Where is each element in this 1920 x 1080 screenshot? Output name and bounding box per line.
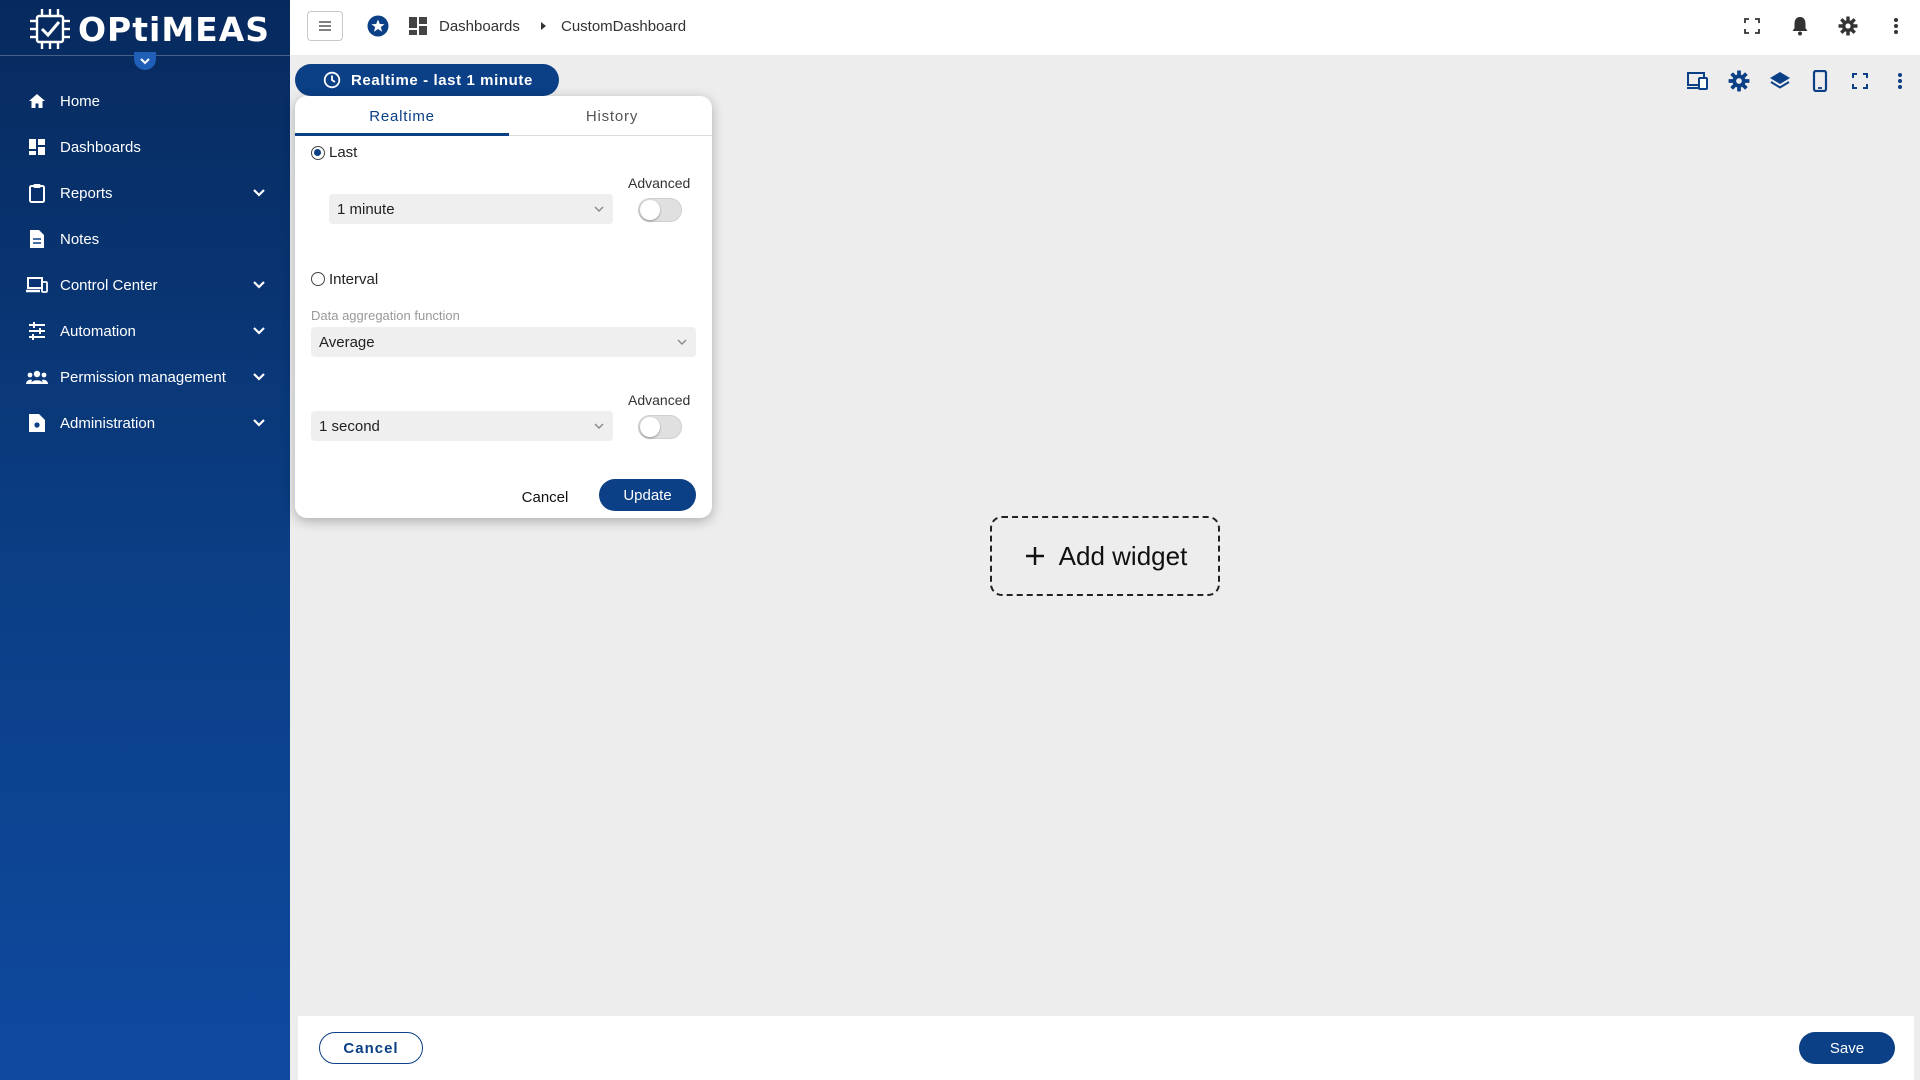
interval-duration-select[interactable]: 1 second bbox=[311, 411, 613, 441]
toggle-knob bbox=[640, 200, 660, 220]
menu-icon bbox=[319, 21, 331, 31]
chevron-down-icon bbox=[594, 206, 604, 212]
interval-radio[interactable] bbox=[311, 272, 325, 286]
sidebar-item-label: Control Center bbox=[60, 276, 158, 294]
breadcrumb-dashboards-link[interactable]: Dashboards bbox=[439, 18, 520, 35]
sidebar-item-home[interactable]: Home bbox=[0, 78, 290, 124]
active-tab-indicator bbox=[295, 133, 509, 136]
sidebar-item-automation[interactable]: Automation bbox=[0, 308, 290, 354]
dashboard-fullscreen-icon[interactable] bbox=[1845, 66, 1875, 96]
chevron-down-icon bbox=[594, 423, 604, 429]
dashboards-icon bbox=[409, 17, 427, 35]
sidebar-item-dashboards[interactable]: Dashboards bbox=[0, 124, 290, 170]
devices-icon bbox=[26, 274, 48, 296]
toggle-knob bbox=[640, 417, 660, 437]
chip-logo-icon bbox=[30, 9, 70, 49]
top-bar: Dashboards CustomDashboard bbox=[290, 0, 1920, 55]
aggregation-label: Data aggregation function bbox=[311, 308, 460, 323]
last-duration-select[interactable]: 1 minute bbox=[329, 194, 613, 224]
chevron-down-icon[interactable] bbox=[250, 184, 268, 202]
app-logo[interactable]: OPtiMEAS bbox=[28, 6, 270, 52]
tab-history[interactable]: History bbox=[505, 96, 719, 136]
chevron-down-icon[interactable] bbox=[250, 276, 268, 294]
sidebar-nav: Home Dashboards Reports Notes Control Ce… bbox=[0, 78, 290, 446]
add-widget-label: Add widget bbox=[1058, 540, 1188, 571]
sidebar-item-label: Notes bbox=[60, 230, 100, 248]
note-icon bbox=[26, 228, 48, 250]
gear-icon[interactable] bbox=[1836, 14, 1860, 38]
last-radio[interactable] bbox=[311, 146, 325, 160]
time-range-popup: Realtime History Last Advanced 1 minute … bbox=[295, 96, 712, 518]
interval-duration-value: 1 second bbox=[319, 417, 380, 435]
advanced-label: Advanced bbox=[628, 392, 691, 408]
sidebar-item-label: Automation bbox=[60, 322, 136, 340]
clock-icon bbox=[323, 71, 341, 89]
bell-icon[interactable] bbox=[1788, 14, 1812, 38]
popup-cancel-button[interactable]: Cancel bbox=[510, 482, 580, 512]
tab-realtime[interactable]: Realtime bbox=[295, 96, 509, 136]
logo-text: OPtiMEAS bbox=[78, 9, 271, 49]
last-radio-label: Last bbox=[329, 144, 358, 161]
chevron-right-icon bbox=[541, 22, 546, 30]
aggregation-value: Average bbox=[319, 333, 375, 351]
device-preview-icon[interactable] bbox=[1684, 66, 1714, 96]
chevron-down-icon bbox=[140, 58, 150, 65]
aggregation-select[interactable]: Average bbox=[311, 327, 696, 357]
chevron-down-icon[interactable] bbox=[250, 322, 268, 340]
bottom-action-bar: Cancel Save bbox=[298, 1016, 1914, 1080]
sidebar-item-permission-management[interactable]: Permission management bbox=[0, 354, 290, 400]
chevron-down-icon bbox=[677, 339, 687, 345]
people-icon bbox=[26, 366, 48, 388]
sidebar-item-label: Permission management bbox=[60, 368, 226, 386]
sidebar-item-control-center[interactable]: Control Center bbox=[0, 262, 290, 308]
favorite-star-icon[interactable] bbox=[367, 15, 389, 37]
sidebar: OPtiMEAS Home Dashboards Reports Notes C… bbox=[0, 0, 290, 1080]
last-advanced-toggle[interactable] bbox=[638, 198, 682, 222]
chevron-down-icon[interactable] bbox=[250, 414, 268, 432]
dashboard-more-vert-icon[interactable] bbox=[1885, 66, 1915, 96]
advanced-label: Advanced bbox=[628, 175, 691, 191]
dashboards-icon bbox=[26, 136, 48, 158]
sidebar-item-administration[interactable]: Administration bbox=[0, 400, 290, 446]
interval-advanced-toggle[interactable] bbox=[638, 415, 682, 439]
interval-radio-label: Interval bbox=[329, 271, 379, 288]
admin-doc-icon bbox=[26, 412, 48, 434]
time-range-tabs: Realtime History bbox=[295, 96, 712, 136]
chevron-down-icon[interactable] bbox=[250, 368, 268, 386]
sidebar-item-label: Home bbox=[60, 92, 101, 110]
more-vert-icon[interactable] bbox=[1884, 14, 1908, 38]
sidebar-item-notes[interactable]: Notes bbox=[0, 216, 290, 262]
save-button[interactable]: Save bbox=[1799, 1032, 1895, 1064]
plus-icon bbox=[1025, 547, 1044, 565]
cancel-button[interactable]: Cancel bbox=[319, 1032, 423, 1064]
sidebar-item-label: Administration bbox=[60, 414, 156, 432]
fullscreen-icon[interactable] bbox=[1740, 14, 1764, 38]
time-range-button[interactable]: Realtime - last 1 minute bbox=[295, 64, 559, 96]
sidebar-item-label: Reports bbox=[60, 184, 113, 202]
add-widget-button[interactable]: Add widget bbox=[990, 516, 1220, 596]
dashboard-settings-gear-icon[interactable] bbox=[1724, 66, 1754, 96]
home-icon bbox=[26, 90, 48, 112]
breadcrumb-current: CustomDashboard bbox=[561, 18, 687, 35]
sliders-icon bbox=[26, 320, 48, 342]
sidebar-item-label: Dashboards bbox=[60, 138, 141, 156]
layers-icon[interactable] bbox=[1765, 66, 1795, 96]
last-duration-value: 1 minute bbox=[337, 200, 395, 218]
sidebar-item-reports[interactable]: Reports bbox=[0, 170, 290, 216]
sidebar-collapse-toggle[interactable] bbox=[134, 52, 156, 70]
time-range-label: Realtime - last 1 minute bbox=[351, 71, 533, 89]
popup-update-button[interactable]: Update bbox=[599, 479, 696, 511]
clipboard-icon bbox=[26, 182, 48, 204]
mobile-layout-icon[interactable] bbox=[1805, 66, 1835, 96]
menu-toggle-button[interactable] bbox=[307, 11, 343, 41]
